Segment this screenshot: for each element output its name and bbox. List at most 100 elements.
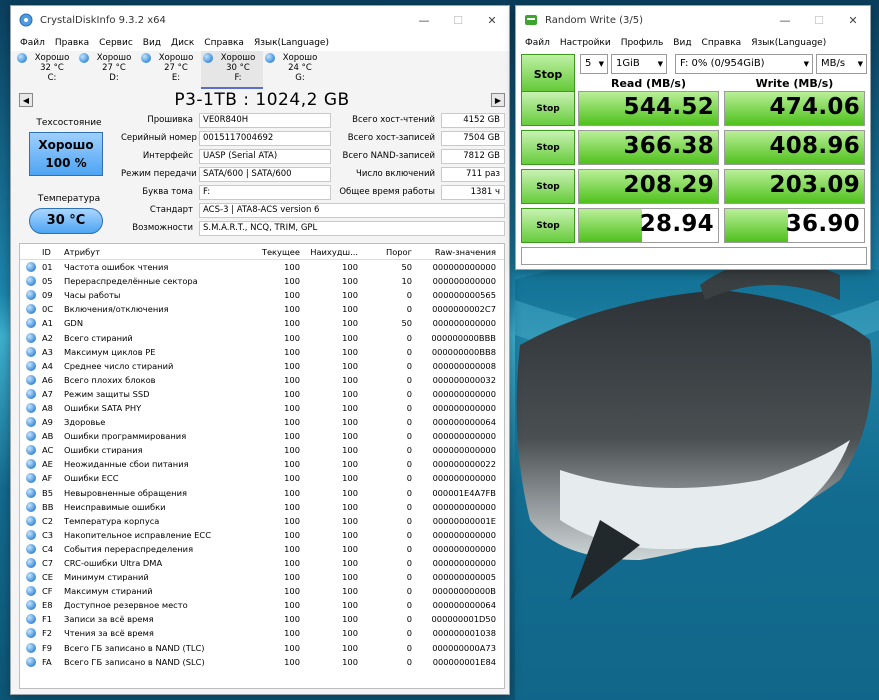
drive-info-grid: Прошивка VE0R840H Всего хост-чтений 4152 GB… (121, 111, 505, 237)
attr-raw: 000000000000 (432, 402, 496, 413)
firmware-value: VE0R840H (199, 112, 331, 128)
disk-f[interactable]: Хорошо 30 °C F: (201, 51, 263, 89)
table-row[interactable]: A6 Всего плохих блоков 100 100 0 000000000032 (20, 373, 504, 387)
host-writes-label: Всего хост-записей (347, 133, 435, 143)
table-row[interactable]: E8 Доступное резервное место 100 100 0 000000… (20, 598, 504, 612)
menu-edit[interactable]: Правка (50, 38, 94, 48)
nand-writes-value: 7812 GB (441, 148, 505, 164)
title-bar[interactable]: Random Write (3/5) — ☐ ✕ (516, 6, 870, 34)
size-select[interactable]: 1GiB ▼ (611, 54, 667, 74)
next-disk-button[interactable]: ▶ (490, 93, 505, 107)
test2-stop-button[interactable]: Stop (521, 130, 575, 165)
menu-language[interactable]: Язык(Language) (249, 38, 334, 48)
table-row[interactable]: 09 Часы работы 100 100 0 000000000565 (20, 288, 504, 302)
menu-file[interactable]: Файл (15, 38, 50, 48)
menu-service[interactable]: Сервис (94, 38, 138, 48)
table-row[interactable]: CE Минимум стираний 100 100 0 000000000005 (20, 570, 504, 584)
minimize-button[interactable]: — (768, 6, 802, 34)
table-row[interactable]: F1 Записи за всё время 100 100 0 000000001D50 (20, 612, 504, 626)
col-attribute[interactable]: Атрибут (64, 247, 258, 257)
table-row[interactable]: A9 Здоровье 100 100 0 000000000064 (20, 415, 504, 429)
disk-d[interactable]: Хорошо 27 °C D: (77, 51, 139, 89)
attr-current: 100 (284, 586, 300, 597)
table-row[interactable]: A3 Максимум циклов PE 100 100 0 000000000BB8 (20, 345, 504, 359)
status-dot-icon (26, 431, 36, 442)
table-row[interactable]: AC Ошибки стирания 100 100 0 000000000000 (20, 443, 504, 457)
table-row[interactable]: C2 Температура корпуса 100 100 0 00000000001E (20, 514, 504, 528)
close-button[interactable]: ✕ (475, 6, 509, 34)
col-current[interactable]: Текущее (258, 247, 300, 257)
table-row[interactable]: AF Ошибки ECC 100 100 0 000000000000 (20, 471, 504, 485)
table-row[interactable]: 0C Включения/отключения 100 100 0 0000000002C… (20, 302, 504, 316)
menu-disk[interactable]: Диск (166, 38, 199, 48)
title-bar[interactable]: CrystalDiskInfo 9.3.2 x64 — ☐ ✕ (11, 6, 509, 34)
table-row[interactable]: C4 События перераспределения 100 100 0 000000… (20, 542, 504, 556)
col-id[interactable]: ID (42, 247, 64, 257)
model-row: ◀ P3-1TB : 1024,2 GB ▶ (19, 90, 505, 110)
status-dot-icon (26, 642, 36, 653)
test4-stop-button[interactable]: Stop (521, 208, 575, 243)
chevron-down-icon: ▼ (598, 60, 604, 68)
transfer-value: SATA/600 | SATA/600 (199, 166, 331, 182)
menu-language[interactable]: Язык(Language) (746, 38, 831, 48)
health-status: Хорошо (38, 138, 94, 152)
health-dot-icon (17, 53, 27, 63)
maximize-button[interactable]: ☐ (802, 6, 836, 34)
table-row[interactable]: A1 GDN 100 100 50 000000000000 (20, 316, 504, 330)
menu-bar: Файл Настройки Профиль Вид Справка Язык(… (516, 34, 870, 51)
test1-stop-button[interactable]: Stop (521, 91, 575, 126)
menu-profile[interactable]: Профиль (616, 38, 669, 48)
table-row[interactable]: F2 Чтения за всё время 100 100 0 000000001038 (20, 626, 504, 640)
stop-all-button[interactable]: Stop (521, 54, 575, 94)
disk-letter: F: (234, 73, 242, 83)
table-row[interactable]: A4 Среднее число стираний 100 100 0 000000000… (20, 359, 504, 373)
prev-disk-button[interactable]: ◀ (19, 93, 33, 107)
col-threshold[interactable]: Порог (358, 247, 412, 257)
menu-file[interactable]: Файл (520, 38, 555, 48)
table-row[interactable]: CF Максимум стираний 100 100 0 00000000000B (20, 584, 504, 598)
attr-threshold: 0 (406, 346, 412, 357)
col-raw[interactable]: Raw-значения (412, 247, 498, 257)
menu-view[interactable]: Вид (138, 38, 166, 48)
test3-stop-button[interactable]: Stop (521, 169, 575, 204)
health-status-box[interactable]: Хорошо 100 % (29, 132, 103, 176)
table-row[interactable]: 01 Частота ошибок чтения 100 100 50 000000000… (20, 260, 504, 274)
col-worst[interactable]: Наихудш... (300, 247, 358, 257)
menu-settings[interactable]: Настройки (555, 38, 616, 48)
table-row[interactable]: AE Неожиданные сбои питания 100 100 0 0000000… (20, 457, 504, 471)
temperature-value: 30 °C (46, 213, 86, 228)
attr-worst: 100 (342, 459, 358, 470)
status-dot-cell (20, 388, 42, 399)
table-row[interactable]: A7 Режим защиты SSD 100 100 0 000000000000 (20, 387, 504, 401)
temperature-box[interactable]: 30 °C (29, 208, 103, 234)
disk-g[interactable]: Хорошо 24 °C G: (263, 51, 325, 89)
table-row[interactable]: FA Всего ГБ записано в NAND (SLC) 100 100 0 0… (20, 655, 504, 669)
table-row[interactable]: AB Ошибки программирования 100 100 0 00000000… (20, 429, 504, 443)
menu-help[interactable]: Справка (199, 38, 249, 48)
menu-help[interactable]: Справка (697, 38, 747, 48)
disk-c[interactable]: Хорошо 32 °C C: (15, 51, 77, 89)
close-button[interactable]: ✕ (836, 6, 870, 34)
status-dot-cell (20, 529, 42, 540)
attr-name: События перераспределения (64, 543, 194, 554)
maximize-button[interactable]: ☐ (441, 6, 475, 34)
status-dot-icon (26, 656, 36, 667)
table-row[interactable]: A2 Всего стираний 100 100 0 000000000BBB (20, 330, 504, 344)
table-row[interactable]: BB Неисправимые ошибки 100 100 0 000000000000 (20, 500, 504, 514)
count-select[interactable]: 5 ▼ (580, 54, 608, 74)
minimize-button[interactable]: — (407, 6, 441, 34)
test2-read-meter: 366.38 (578, 130, 719, 165)
table-row[interactable]: 05 Перераспределённые сектора 100 100 10 0000… (20, 274, 504, 288)
table-row[interactable]: B5 Невыровненные обращения 100 100 0 000001E4… (20, 486, 504, 500)
table-row[interactable]: C7 CRC-ошибки Ultra DMA 100 100 0 00000000000… (20, 556, 504, 570)
disk-e[interactable]: Хорошо 27 °C E: (139, 51, 201, 89)
menu-view[interactable]: Вид (668, 38, 696, 48)
serial-value: 0015117004692 (199, 130, 331, 146)
attr-raw: 000000000000 (432, 558, 496, 569)
unit-select[interactable]: MB/s ▼ (816, 54, 867, 74)
table-row[interactable]: F9 Всего ГБ записано в NAND (TLC) 100 100 0 0… (20, 641, 504, 655)
table-row[interactable]: C3 Накопительное исправление ECC 100 100 0 00… (20, 528, 504, 542)
drive-select[interactable]: F: 0% (0/954GiB) ▼ (675, 54, 813, 74)
table-row[interactable]: A8 Ошибки SATA PHY 100 100 0 000000000000 (20, 401, 504, 415)
attr-id: A1 (42, 318, 53, 329)
